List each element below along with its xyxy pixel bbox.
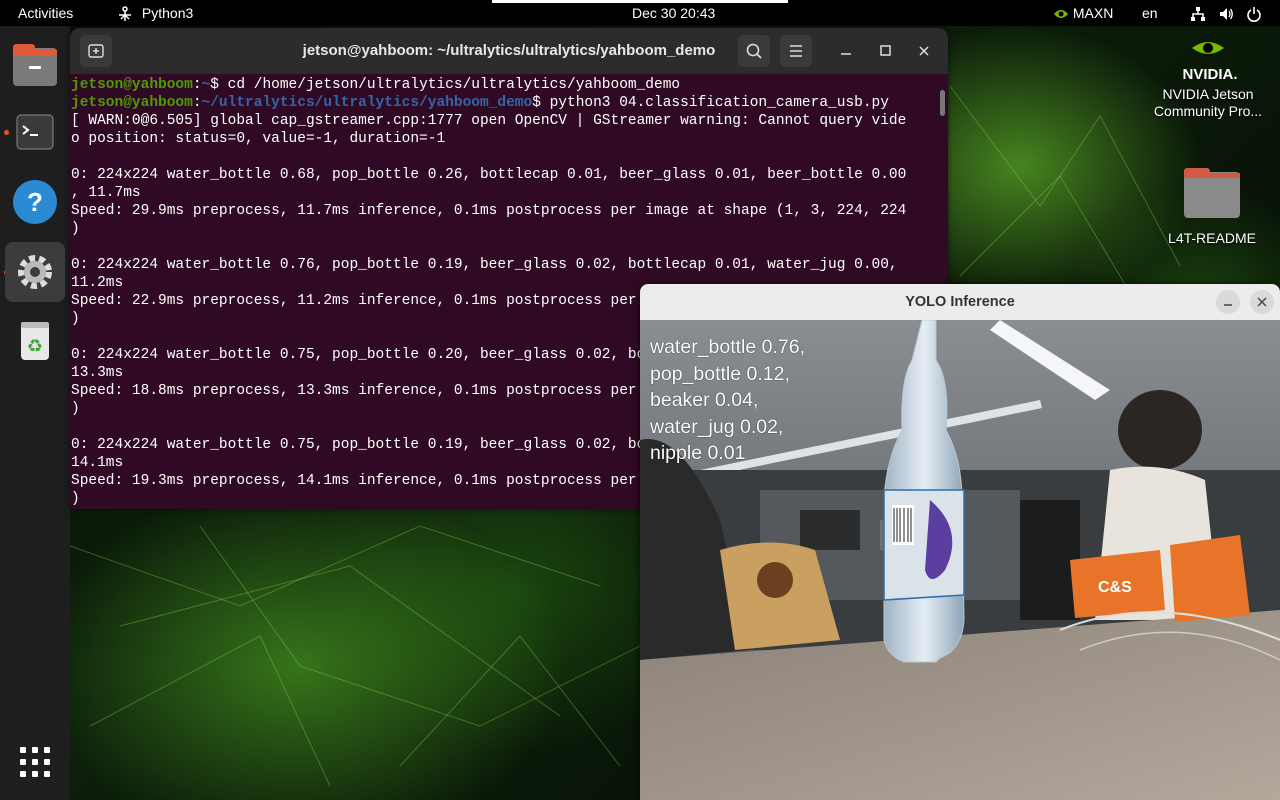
hamburger-icon bbox=[790, 45, 802, 57]
close-button[interactable] bbox=[908, 35, 940, 67]
dock-help[interactable]: ? bbox=[5, 172, 65, 232]
new-tab-button[interactable] bbox=[80, 35, 112, 67]
terminal-line: ) bbox=[71, 221, 80, 237]
svg-text:?: ? bbox=[27, 187, 43, 217]
clock[interactable]: Dec 30 20:43 bbox=[632, 0, 715, 26]
language-indicator[interactable]: en bbox=[1142, 0, 1158, 26]
terminal-prompt-line: jetson@yahboom:~$ cd /home/jetson/ultral… bbox=[71, 77, 681, 93]
maximize-icon bbox=[880, 45, 891, 56]
minimize-icon bbox=[1224, 304, 1232, 306]
terminal-scrollbar[interactable] bbox=[940, 90, 945, 116]
dock-settings[interactable] bbox=[5, 242, 65, 302]
maximize-button[interactable] bbox=[870, 35, 902, 67]
tissue-box-label: C&S bbox=[1098, 579, 1132, 596]
desktop-icon-nvidia[interactable]: NVIDIA. NVIDIA Jetson Community Pro... bbox=[1140, 34, 1276, 124]
nvidia-logo-icon: NVIDIA. bbox=[1182, 42, 1238, 83]
terminal-line: , 11.7ms bbox=[71, 185, 141, 201]
activities-button[interactable]: Activities bbox=[18, 0, 73, 26]
network-icon bbox=[1191, 7, 1205, 22]
prompt-user: jetson@yahboom bbox=[71, 95, 193, 111]
yolo-title: YOLO Inference bbox=[905, 294, 1015, 310]
minimize-button[interactable] bbox=[830, 35, 862, 67]
dock-files[interactable] bbox=[5, 36, 65, 96]
yolo-inference-window[interactable]: YOLO Inference C&S water_bottle 0.76, po… bbox=[640, 284, 1280, 800]
prediction-line: water_jug 0.02, bbox=[650, 415, 784, 438]
app-name: Python3 bbox=[141, 5, 194, 21]
prompt-path: ~/ultralytics/ultralytics/yahboom_demo bbox=[201, 95, 533, 111]
nvidia-brand-text: NVIDIA. bbox=[1182, 66, 1237, 83]
dock-terminal[interactable] bbox=[5, 102, 65, 162]
terminal-header[interactable]: jetson@yahboom: ~/ultralytics/ultralytic… bbox=[70, 28, 948, 74]
app-menu[interactable]: Python3 bbox=[116, 0, 193, 26]
power-icon bbox=[1246, 7, 1261, 23]
system-tray[interactable] bbox=[1190, 0, 1262, 26]
prediction-line: beaker 0.04, bbox=[650, 389, 759, 411]
close-icon bbox=[919, 46, 929, 56]
gear-icon bbox=[18, 255, 52, 289]
terminal-line: 0: 224x224 water_bottle 0.68, pop_bottle… bbox=[71, 167, 907, 183]
power-mode-indicator[interactable]: MAXN bbox=[1053, 0, 1113, 26]
close-icon bbox=[1257, 297, 1267, 307]
terminal-line: o position: status=0, value=-1, duration… bbox=[71, 131, 446, 147]
folder-icon bbox=[1184, 168, 1240, 218]
prediction-overlay: water_bottle 0.76, pop_bottle 0.12, beak… bbox=[650, 334, 805, 467]
dock-trash[interactable]: ♻ bbox=[5, 310, 65, 370]
files-icon bbox=[13, 44, 57, 86]
nvidia-desktop-label: NVIDIA Jetson Community Pro... bbox=[1153, 86, 1263, 119]
yolo-minimize-button[interactable] bbox=[1216, 290, 1240, 314]
prompt-command: $ cd /home/jetson/ultralytics/ultralytic… bbox=[210, 77, 681, 93]
search-icon bbox=[746, 43, 762, 59]
prompt-user: jetson@yahboom bbox=[71, 77, 193, 93]
terminal-prompt-line: jetson@yahboom:~/ultralytics/ultralytics… bbox=[71, 95, 889, 111]
terminal-icon bbox=[16, 114, 54, 150]
yolo-close-button[interactable] bbox=[1250, 290, 1274, 314]
top-bar: Activities Python3 Dec 30 20:43 MAXN en bbox=[0, 0, 1280, 26]
prompt-command: $ python3 04.classification_camera_usb.p… bbox=[532, 95, 889, 111]
terminal-line: [ WARN:0@6.505] global cap_gstreamer.cpp… bbox=[71, 113, 907, 129]
app-grid-icon bbox=[20, 747, 50, 777]
search-button[interactable] bbox=[738, 35, 770, 67]
prediction-line: pop_bottle 0.12, bbox=[650, 362, 790, 385]
terminal-title: jetson@yahboom: ~/ultralytics/ultralytic… bbox=[302, 42, 716, 59]
menu-button[interactable] bbox=[780, 35, 812, 67]
desktop-icon-readme[interactable]: L4T-README bbox=[1160, 160, 1264, 250]
readme-desktop-label: L4T-README bbox=[1168, 230, 1256, 246]
prompt-path: ~ bbox=[201, 77, 211, 93]
nvidia-eye-icon bbox=[1054, 10, 1068, 19]
svg-text:♻: ♻ bbox=[27, 336, 43, 357]
prediction-line: nipple 0.01 bbox=[650, 442, 746, 464]
python-app-icon bbox=[119, 6, 131, 22]
volume-icon bbox=[1219, 8, 1233, 21]
power-mode-label: MAXN bbox=[1072, 5, 1114, 21]
terminal-line: Speed: 29.9ms preprocess, 11.7ms inferen… bbox=[71, 203, 907, 219]
trash-icon: ♻ bbox=[21, 322, 49, 360]
dock: ? ♻ bbox=[0, 26, 70, 800]
camera-feed: C&S water_bottle 0.76, pop_bottle 0.12, … bbox=[640, 320, 1280, 800]
minimize-icon bbox=[841, 53, 851, 55]
help-icon: ? bbox=[13, 180, 57, 224]
prediction-line: water_bottle 0.76, bbox=[650, 336, 806, 358]
yolo-header[interactable]: YOLO Inference bbox=[640, 284, 1280, 321]
show-applications-button[interactable] bbox=[5, 732, 65, 792]
terminal-line: 0: 224x224 water_bottle 0.76, pop_bottle… bbox=[71, 257, 898, 273]
new-tab-icon bbox=[88, 44, 104, 58]
